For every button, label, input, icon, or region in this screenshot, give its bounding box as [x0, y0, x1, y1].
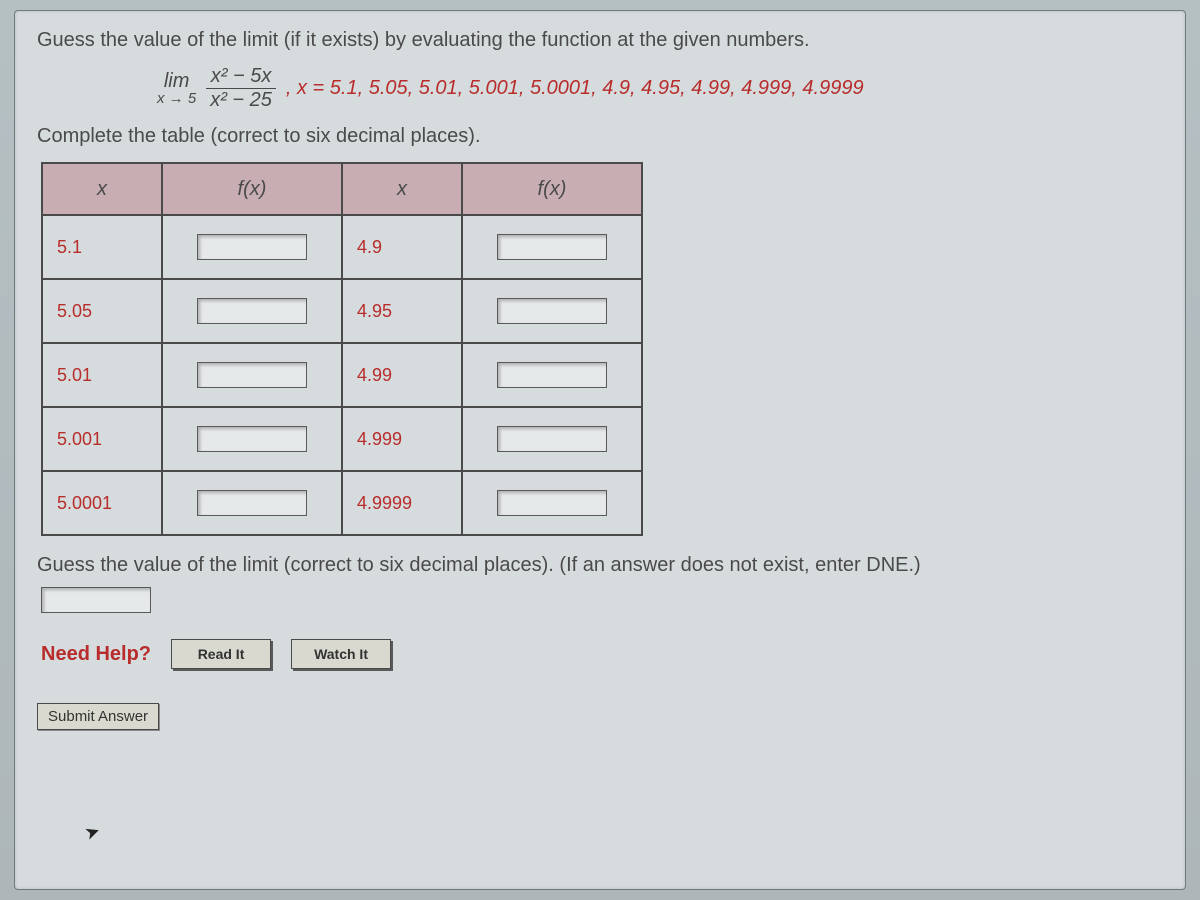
fx-cell	[462, 471, 642, 535]
limit-operator: lim x → 5	[157, 71, 196, 106]
fx-cell	[462, 279, 642, 343]
table-row: 5.001 4.999	[42, 407, 642, 471]
x-value: 5.05	[42, 279, 162, 343]
table-row: 5.0001 4.9999	[42, 471, 642, 535]
fx-cell	[162, 343, 342, 407]
guess-input-row	[41, 587, 1163, 613]
x-value: 4.9	[342, 215, 462, 279]
submit-row: Submit Answer	[37, 703, 1163, 730]
fx-cell	[162, 471, 342, 535]
header-x-2: x	[342, 163, 462, 215]
answer-table: x f(x) x f(x) 5.1 4.9 5.05 4.95	[41, 162, 643, 536]
fx-input[interactable]	[197, 490, 307, 516]
table-row: 5.05 4.95	[42, 279, 642, 343]
fx-input[interactable]	[497, 426, 607, 452]
x-value: 4.9999	[342, 471, 462, 535]
fx-input[interactable]	[497, 298, 607, 324]
submit-answer-button[interactable]: Submit Answer	[37, 703, 159, 730]
guess-prompt: Guess the value of the limit (correct to…	[37, 554, 1163, 577]
x-values-list: , x = 5.1, 5.05, 5.01, 5.001, 5.0001, 4.…	[286, 77, 864, 100]
question-prompt: Guess the value of the limit (if it exis…	[37, 29, 1163, 52]
read-it-button[interactable]: Read It	[171, 639, 271, 669]
limit-expression: lim x → 5 x² − 5x x² − 25 , x = 5.1, 5.0…	[157, 66, 1163, 111]
fx-cell	[162, 407, 342, 471]
fx-cell	[162, 279, 342, 343]
x-value: 5.01	[42, 343, 162, 407]
fraction-denominator: x² − 25	[206, 90, 276, 111]
x-value: 4.999	[342, 407, 462, 471]
x-value: 4.95	[342, 279, 462, 343]
limit-fraction: x² − 5x x² − 25	[206, 66, 276, 111]
fx-input[interactable]	[197, 298, 307, 324]
help-row: Need Help? Read It Watch It	[41, 639, 1163, 669]
fx-cell	[462, 215, 642, 279]
x-value: 4.99	[342, 343, 462, 407]
fraction-numerator: x² − 5x	[207, 66, 276, 87]
header-fx-1: f(x)	[162, 163, 342, 215]
need-help-label: Need Help?	[41, 643, 151, 666]
header-x-1: x	[42, 163, 162, 215]
question-panel: { "question": { "prompt": "Guess the val…	[14, 10, 1186, 890]
fx-cell	[462, 407, 642, 471]
table-row: 5.01 4.99	[42, 343, 642, 407]
fx-input[interactable]	[197, 426, 307, 452]
fx-cell	[162, 215, 342, 279]
fx-input[interactable]	[497, 234, 607, 260]
x-value: 5.0001	[42, 471, 162, 535]
fx-input[interactable]	[497, 490, 607, 516]
fx-cell	[462, 343, 642, 407]
fx-input[interactable]	[197, 362, 307, 388]
watch-it-button[interactable]: Watch It	[291, 639, 391, 669]
fx-input[interactable]	[497, 362, 607, 388]
cursor-icon: ➤	[82, 820, 103, 845]
x-value: 5.001	[42, 407, 162, 471]
header-fx-2: f(x)	[462, 163, 642, 215]
x-value: 5.1	[42, 215, 162, 279]
table-row: 5.1 4.9	[42, 215, 642, 279]
fx-input[interactable]	[197, 234, 307, 260]
complete-table-text: Complete the table (correct to six decim…	[37, 125, 1163, 148]
limit-guess-input[interactable]	[41, 587, 151, 613]
